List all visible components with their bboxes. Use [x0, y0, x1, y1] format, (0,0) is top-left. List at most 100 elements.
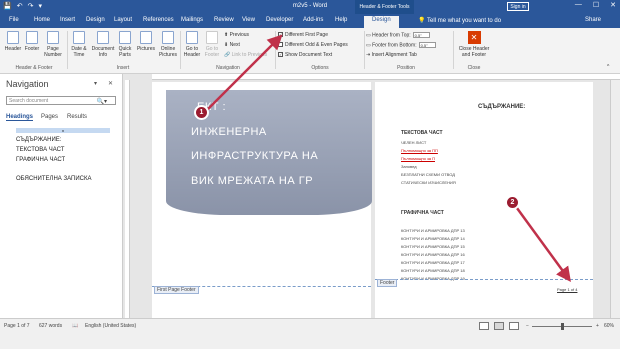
group-separator — [364, 31, 365, 69]
next-label: Next — [229, 42, 240, 48]
cover-line: ИНФРАСТРУКТУРА НА — [191, 150, 319, 162]
vertical-scrollbar[interactable] — [610, 80, 620, 318]
group-position: Position — [397, 65, 415, 71]
nav-close-icon[interactable]: ✕ — [108, 80, 113, 87]
close-header-footer-button[interactable]: ✕ Close Header and Footer — [456, 31, 492, 58]
tab-insert[interactable]: Insert — [60, 17, 75, 23]
word-count[interactable]: 627 words — [39, 323, 62, 329]
page-count[interactable]: Page 1 of 7 — [4, 323, 30, 329]
toc-item: ЧЕЛЕН ЛИСТ — [401, 140, 427, 145]
tab-file[interactable]: File — [9, 17, 19, 23]
show-document-text-checkbox[interactable]: ✓ Show Document Text — [278, 52, 332, 58]
minimize-button[interactable]: — — [575, 1, 582, 9]
date-time-label: Date & Time — [71, 46, 87, 58]
language-indicator[interactable]: English (United States) — [85, 323, 136, 329]
nav-heading-item[interactable]: ГРАФИЧНА ЧАСТ — [16, 157, 65, 163]
toc-item: БЕЗПЛАТНИ СХЕМИ ОТВОД — [401, 172, 455, 177]
insert-alignment-tab-button[interactable]: ⇥ Insert Alignment Tab — [366, 52, 417, 58]
different-first-page-checkbox[interactable]: ✓ Different First Page — [278, 32, 328, 38]
toc-item: КОНТУРИ И АРМИРОВКА ДПР 13 — [401, 228, 465, 233]
goto-footer-icon — [206, 31, 218, 44]
zoom-out-button[interactable]: − — [526, 323, 529, 329]
footer-tag[interactable]: Footer — [377, 279, 398, 287]
goto-header-button[interactable]: Go to Header — [182, 31, 202, 58]
header-from-top-field: ▭ Header from Top: 0.5" — [366, 32, 430, 38]
first-page-footer-tag[interactable]: First Page Footer — [154, 286, 199, 294]
nav-heading-item[interactable]: СЪДЪРЖАНИЕ: — [16, 137, 61, 143]
tab-view[interactable]: View — [242, 17, 255, 23]
footer-button[interactable]: Footer — [22, 31, 42, 52]
cover-line: ВИК МРЕЖАТА НА ГР — [191, 175, 314, 187]
tab-home[interactable]: Home — [34, 17, 50, 23]
online-picture-icon — [162, 31, 174, 44]
nav-tab-results[interactable]: Results — [67, 114, 87, 120]
nav-selected-heading[interactable]: x — [16, 128, 110, 133]
nav-title: Navigation — [6, 79, 49, 89]
quick-parts-button[interactable]: Quick Parts — [116, 31, 134, 58]
previous-button[interactable]: ⬆ Previous — [224, 32, 249, 38]
tab-mailings[interactable]: Mailings — [181, 17, 203, 23]
proofing-icon[interactable]: 📖 — [72, 323, 78, 329]
tab-help[interactable]: Help — [335, 17, 347, 23]
tell-me-box[interactable]: 💡 Tell me what you want to do — [418, 17, 501, 24]
tab-review[interactable]: Review — [214, 17, 234, 23]
nav-search-input[interactable]: Search document 🔍▾ — [6, 96, 116, 105]
document-info-label: Document Info — [91, 46, 115, 58]
vertical-ruler[interactable] — [125, 80, 130, 318]
close-window-button[interactable]: ✕ — [610, 1, 616, 9]
header-from-top-input[interactable]: 0.5" — [412, 32, 430, 38]
previous-label: Previous — [229, 32, 250, 38]
nav-options-icon[interactable]: ▾ — [94, 80, 97, 87]
tab-developer[interactable]: Developer — [266, 17, 293, 23]
zoom-in-button[interactable]: + — [596, 323, 599, 329]
page-two[interactable] — [375, 82, 593, 318]
tab-design[interactable]: Design — [86, 17, 105, 23]
zoom-level[interactable]: 60% — [604, 323, 614, 329]
page-number-icon — [47, 31, 59, 44]
quick-parts-icon — [119, 31, 131, 44]
zoom-slider-thumb[interactable] — [561, 323, 564, 330]
goto-header-icon — [186, 31, 198, 44]
pictures-button[interactable]: Pictures — [135, 31, 157, 52]
share-button[interactable]: Share — [585, 17, 601, 23]
nav-tab-headings[interactable]: Headings — [6, 114, 34, 121]
search-icon[interactable]: 🔍▾ — [97, 98, 107, 105]
checkbox-checked: ✓ — [278, 52, 283, 58]
different-odd-even-label: Different Odd & Even Pages — [285, 42, 348, 48]
callout-badge-one: 1 — [194, 105, 209, 120]
group-navigation: Navigation — [216, 65, 240, 71]
tab-references[interactable]: References — [143, 17, 174, 23]
title-bar: 💾 ↶ ↷ ▾ m2v5 - Word Header & Footer Tool… — [0, 0, 620, 14]
nav-heading-item[interactable]: ОБЯСНИТЕЛНА ЗАПИСКА — [16, 176, 91, 182]
quick-parts-label: Quick Parts — [118, 46, 132, 58]
header-button[interactable]: Header — [3, 31, 23, 52]
toc-item: КОНТУРИ И АРМИРОВКА ДПР 15 — [401, 244, 465, 249]
maximize-button[interactable]: ☐ — [593, 1, 599, 9]
nav-heading-item[interactable]: ТЕКСТОВА ЧАСТ — [16, 147, 64, 153]
online-pictures-button[interactable]: Online Pictures — [157, 31, 179, 58]
context-tools-title: Header & Footer Tools — [355, 0, 414, 14]
tab-add-ins[interactable]: Add-ins — [303, 17, 323, 23]
link-previous-button[interactable]: 🔗 Link to Previous — [224, 52, 267, 58]
web-layout-icon[interactable] — [509, 322, 519, 330]
group-separator — [275, 31, 276, 69]
page-number-field[interactable]: Page 1 of 4 — [557, 287, 577, 292]
document-info-button[interactable]: Document Info — [91, 31, 115, 58]
collapse-ribbon-icon[interactable]: ^ — [607, 64, 609, 70]
nav-tab-pages[interactable]: Pages — [41, 114, 58, 120]
next-button[interactable]: ⬇ Next — [224, 42, 240, 48]
status-bar: Page 1 of 7 627 words 📖 English (United … — [0, 318, 620, 349]
tab-hf-design[interactable]: Design — [364, 16, 399, 28]
page-number-button[interactable]: Page Number — [42, 31, 64, 58]
goto-footer-button[interactable]: Go to Footer — [203, 31, 221, 58]
footer-from-bottom-input[interactable]: 0.5" — [418, 42, 436, 48]
print-layout-icon[interactable] — [494, 322, 504, 330]
tab-layout[interactable]: Layout — [114, 17, 132, 23]
footer-label: Footer — [24, 46, 40, 52]
different-odd-even-checkbox[interactable]: Different Odd & Even Pages — [278, 42, 348, 48]
group-insert: Insert — [116, 65, 130, 71]
date-time-button[interactable]: Date & Time — [68, 31, 90, 58]
checkbox-unchecked — [278, 42, 283, 48]
read-mode-icon[interactable] — [479, 322, 489, 330]
sign-in-button[interactable]: Sign in — [507, 2, 529, 11]
